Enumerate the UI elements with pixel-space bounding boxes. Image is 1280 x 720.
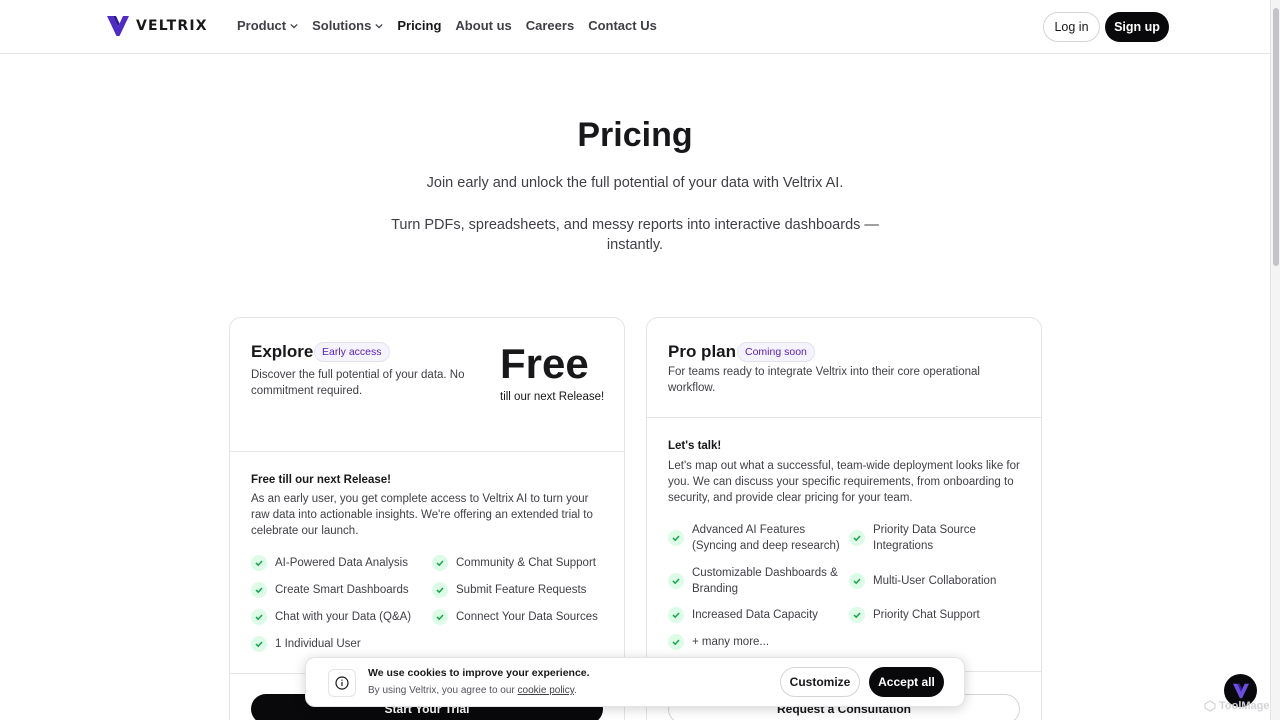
nav-about-label: About us: [455, 18, 512, 33]
feature-item: Advanced AI Features (Syncing and deep r…: [668, 522, 844, 554]
cookie-text: By using Veltrix, you agree to our cooki…: [368, 685, 577, 696]
explore-plan-description: Discover the full potential of your data…: [251, 369, 465, 397]
nav-careers-label: Careers: [525, 18, 575, 33]
brand-logo[interactable]: VELTRIX: [106, 15, 208, 37]
feature-label: Create Smart Dashboards: [275, 584, 409, 596]
check-icon: [251, 636, 267, 652]
pro-plan-title: Pro plan: [668, 342, 737, 361]
feature-label: Connect Your Data Sources: [456, 611, 598, 623]
feature-item: Priority Data Source Integrations: [849, 522, 1029, 554]
feature-label: Submit Feature Requests: [456, 584, 587, 596]
check-icon: [432, 582, 448, 598]
feature-item: Create Smart Dashboards: [251, 582, 431, 598]
nav-careers[interactable]: Careers: [526, 18, 574, 33]
feature-item: 1 Individual User: [251, 636, 431, 652]
feature-label: Advanced AI Features (Syncing and deep r…: [692, 524, 840, 552]
card-divider: [230, 451, 624, 452]
page-title: Pricing: [577, 116, 693, 154]
watermark: ToolMage: [1204, 700, 1270, 712]
login-button[interactable]: Log in: [1043, 12, 1100, 42]
nav-product[interactable]: Product: [237, 18, 298, 33]
feature-label: Community & Chat Support: [456, 557, 596, 569]
feature-item: Submit Feature Requests: [432, 582, 612, 598]
check-icon: [432, 609, 448, 625]
explore-section-title: Free till our next Release!: [251, 474, 391, 486]
check-icon: [668, 530, 684, 546]
nav-contact-label: Contact Us: [588, 18, 657, 33]
feature-label: Chat with your Data (Q&A): [275, 611, 412, 623]
explore-price-note: till our next Release!: [500, 391, 605, 403]
feature-label: AI-Powered Data Analysis: [275, 557, 408, 569]
pro-plan-description: For teams ready to integrate Veltrix int…: [668, 366, 980, 394]
nav-pricing[interactable]: Pricing: [397, 18, 441, 33]
card-divider: [647, 417, 1041, 418]
explore-plan-title: Explore: [251, 342, 314, 361]
pro-section-body: Let's map out what a successful, team-wi…: [668, 460, 1020, 504]
customize-button[interactable]: Customize: [780, 667, 860, 697]
signup-button[interactable]: Sign up: [1105, 12, 1169, 42]
brand-name: VELTRIX: [136, 18, 208, 34]
check-icon: [849, 573, 865, 589]
explore-section-body: As an early user, you get complete acces…: [251, 493, 593, 537]
page-scrollbar[interactable]: [1270, 0, 1280, 720]
feature-label: Priority Data Source Integrations: [873, 524, 976, 552]
feature-item: + many more...: [668, 634, 844, 650]
pro-section-title: Let's talk!: [668, 440, 722, 452]
veltrix-logo-icon: [1232, 683, 1249, 698]
feature-item: Multi-User Collaboration: [849, 573, 1029, 589]
check-icon: [432, 555, 448, 571]
nav-contact[interactable]: Contact Us: [588, 18, 657, 33]
chevron-down-icon: [290, 23, 298, 28]
nav-solutions-label: Solutions: [312, 18, 372, 33]
nav-product-label: Product: [237, 18, 287, 33]
chevron-down-icon: [375, 23, 383, 28]
feature-item: Priority Chat Support: [849, 607, 1029, 623]
hero-description: Turn PDFs, spreadsheets, and messy repor…: [391, 217, 879, 253]
feature-item: Connect Your Data Sources: [432, 609, 612, 625]
scrollbar-thumb[interactable]: [1273, 8, 1279, 266]
feature-label: Customizable Dashboards & Branding: [692, 567, 838, 595]
watermark-icon: [1204, 700, 1216, 712]
cookie-policy-link[interactable]: cookie policy: [518, 685, 575, 696]
feature-label: Increased Data Capacity: [692, 609, 818, 621]
cookie-text-prefix: By using Veltrix, you agree to our: [368, 685, 518, 696]
feature-item: Increased Data Capacity: [668, 607, 844, 623]
check-icon: [251, 555, 267, 571]
veltrix-logo-icon: [107, 16, 129, 36]
check-icon: [251, 609, 267, 625]
accept-all-button[interactable]: Accept all: [869, 667, 944, 697]
nav-solutions[interactable]: Solutions: [312, 18, 383, 33]
check-icon: [849, 530, 865, 546]
check-icon: [668, 634, 684, 650]
feature-item: AI-Powered Data Analysis: [251, 555, 431, 571]
cookie-banner: We use cookies to improve your experienc…: [305, 657, 965, 707]
watermark-text: ToolMage: [1219, 700, 1270, 712]
explore-price: Free: [500, 340, 589, 387]
feature-label: 1 Individual User: [275, 638, 361, 650]
check-icon: [668, 607, 684, 623]
feature-item: Community & Chat Support: [432, 555, 612, 571]
feature-item: Chat with your Data (Q&A): [251, 609, 431, 625]
feature-label: Multi-User Collaboration: [873, 575, 997, 587]
main-nav: Product Solutions Pricing About us Caree…: [237, 18, 657, 33]
hero-subtitle: Join early and unlock the full potential…: [426, 175, 844, 191]
check-icon: [668, 573, 684, 589]
check-icon: [849, 607, 865, 623]
nav-pricing-label: Pricing: [397, 18, 442, 33]
feature-label: + many more...: [692, 636, 770, 648]
cookie-title: We use cookies to improve your experienc…: [368, 667, 590, 679]
feature-label: Priority Chat Support: [873, 609, 980, 621]
feature-item: Customizable Dashboards & Branding: [668, 565, 844, 597]
early-access-badge: Early access: [314, 342, 390, 362]
site-header: VELTRIX Product Solutions Pricing About …: [0, 0, 1270, 54]
coming-soon-badge: Coming soon: [737, 342, 815, 362]
nav-about[interactable]: About us: [455, 18, 511, 33]
cookie-text-suffix: .: [574, 685, 577, 696]
check-icon: [251, 582, 267, 598]
info-icon: [328, 669, 356, 697]
